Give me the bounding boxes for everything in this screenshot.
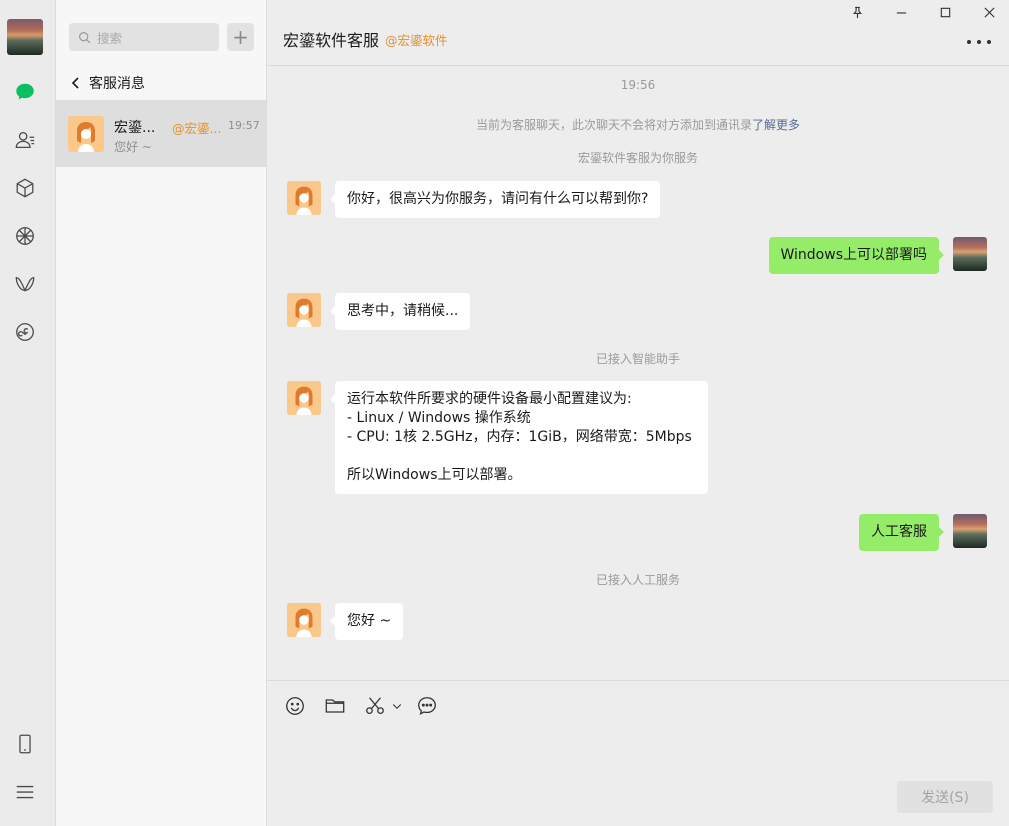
navigation-rail [0,0,56,826]
conversation-org: @宏鎏... [172,121,222,136]
message-text: 人工客服 [871,524,927,540]
message-bubble[interactable]: 您好 ~ [329,603,404,640]
message-text: 思考中，请稍候... [347,303,459,319]
message-text: - Linux / Windows 操作系统 [347,410,531,426]
my-avatar[interactable] [7,19,43,55]
human-service-notice: 已接入人工服务 [595,573,680,587]
conversation-name: 宏鎏... [114,120,156,136]
channels-icon[interactable] [13,272,37,296]
chat-icon[interactable] [13,80,37,104]
emoji-icon[interactable] [283,694,307,718]
minimize-icon[interactable] [892,3,910,21]
conversation-item[interactable]: 宏鎏... @宏鎏... 19:57 您好 ~ [56,100,266,167]
menu-icon[interactable] [13,780,37,804]
message-text: 运行本软件所要求的硬件设备最小配置建议为: [347,391,632,407]
folder-icon[interactable] [323,694,347,718]
conversation-time: 19:57 [228,119,260,132]
maximize-icon[interactable] [936,3,954,21]
chevron-down-icon[interactable] [389,694,405,718]
learn-more-link[interactable]: 了解更多 [752,118,800,132]
chevron-left-icon [71,77,79,89]
moments-icon[interactable] [13,224,37,248]
scissors-icon[interactable] [363,694,387,718]
my-avatar[interactable] [953,514,987,548]
message-bubble[interactable]: 运行本软件所要求的硬件设备最小配置建议为: - Linux / Windows … [330,381,708,494]
send-button[interactable]: 发送(S) [897,781,993,813]
message-text: 所以Windows上可以部署。 [347,467,522,483]
customer-service-avatar [68,116,104,152]
customer-service-avatar[interactable] [287,181,321,215]
message-text: 您好 ~ [347,613,392,629]
search-icon [79,31,91,43]
ai-assistant-notice: 已接入智能助手 [595,352,680,366]
message-input-area[interactable]: 发送(S) [267,680,1009,826]
more-options-icon[interactable] [967,36,991,48]
notice-text: 当前为客服聊天，此次聊天不会将对方添加到通讯录了解更多 [267,116,1009,133]
favorites-icon[interactable] [13,176,37,200]
pin-icon[interactable] [848,3,866,21]
chat-title: 宏鎏软件客服 [283,31,380,50]
timestamp-label: 19:56 [620,78,656,92]
customer-service-avatar[interactable] [287,603,321,637]
message-text: 你好，很高兴为你服务，请问有什么可以帮到你? [347,191,649,207]
message-bubble[interactable]: Windows上可以部署吗 [768,237,944,274]
back-label: 客服消息 [89,76,145,92]
message-text [347,447,696,466]
chat-window: 宏鎏软件客服 @宏鎏软件 19:56 当前为客服聊天，此次聊天不会将对方添加到通… [267,0,1009,826]
my-avatar[interactable] [953,237,987,271]
close-icon[interactable] [980,3,998,21]
chat-org-tag: @宏鎏软件 [385,33,448,48]
chat-header: 宏鎏软件客服 @宏鎏软件 [267,0,1009,66]
message-text: Windows上可以部署吗 [780,247,928,263]
message-text: - CPU: 1核 2.5GHz，内存：1GiB，网络带宽：5Mbps [347,429,692,445]
message-bubble[interactable]: 人工客服 [859,514,944,551]
customer-service-avatar[interactable] [287,293,321,327]
message-bubble[interactable]: 思考中，请稍候... [329,293,471,330]
back-button[interactable]: 客服消息 [69,72,145,94]
message-bubble[interactable]: 你好，很高兴为你服务，请问有什么可以帮到你? [329,181,661,218]
add-button[interactable]: + [227,23,254,51]
chat-history-icon[interactable] [415,694,439,718]
phone-icon[interactable] [13,732,37,756]
service-notice: 宏鎏软件客服为你服务 [577,151,698,165]
mini-programs-icon[interactable] [13,320,37,344]
customer-service-avatar[interactable] [287,381,321,415]
conversation-preview: 您好 ~ [114,140,152,154]
conversation-list-panel: 搜索 + 客服消息 宏鎏... @宏鎏... 19:57 您好 ~ [56,0,267,826]
search-placeholder: 搜索 [97,30,123,46]
contacts-icon[interactable] [13,128,37,152]
search-input[interactable]: 搜索 [69,23,219,51]
notice-prefix: 当前为客服聊天，此次聊天不会将对方添加到通讯录 [475,118,752,132]
